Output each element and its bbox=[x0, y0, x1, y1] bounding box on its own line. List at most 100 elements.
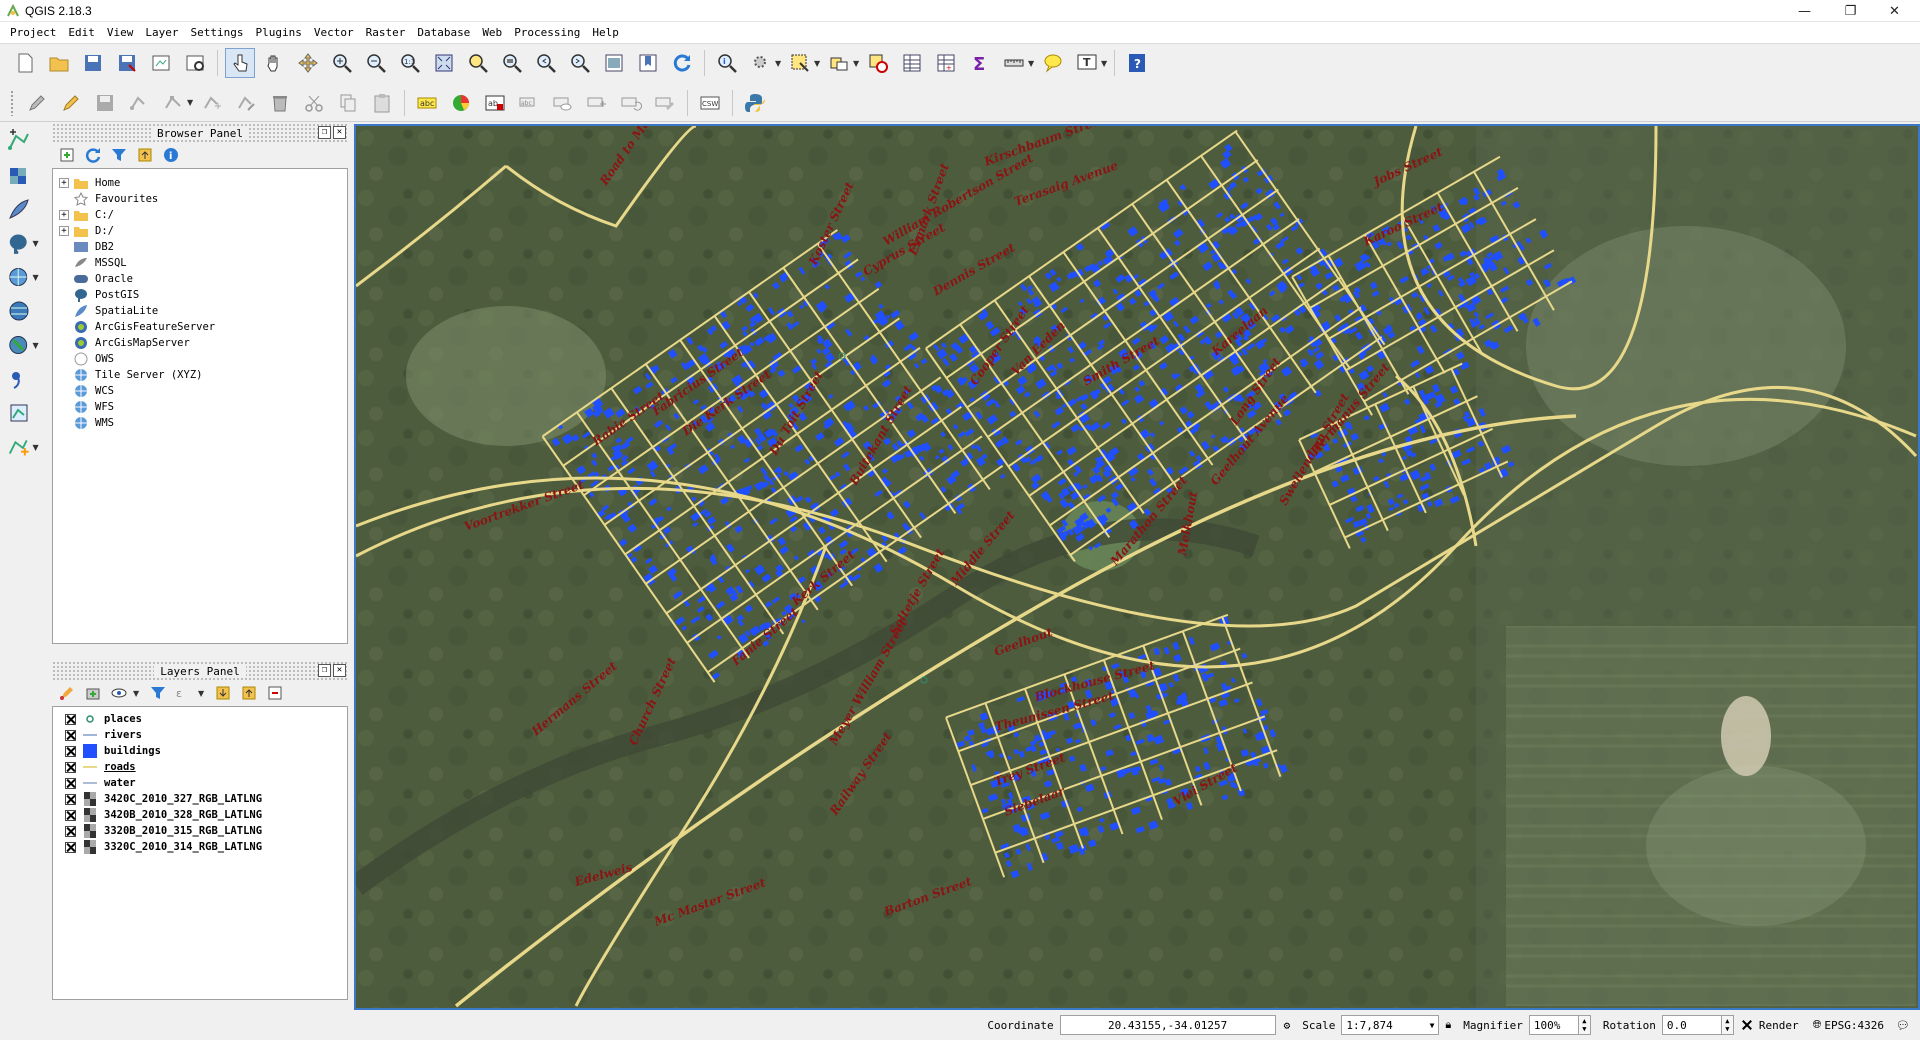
composer-manager-button[interactable] bbox=[180, 48, 210, 78]
minimize-button[interactable]: — bbox=[1782, 0, 1827, 22]
copy-features-button[interactable] bbox=[333, 88, 363, 118]
browser-item-arcgis-map-server[interactable]: ArcGisMapServer bbox=[53, 335, 347, 351]
menu-help[interactable]: Help bbox=[586, 26, 625, 39]
print-composer-button[interactable] bbox=[146, 48, 176, 78]
layer-row-roads[interactable]: roads bbox=[53, 759, 347, 775]
rotation-field[interactable]: 0.0 bbox=[1661, 1015, 1722, 1035]
zoom-next-button[interactable] bbox=[565, 48, 595, 78]
current-edits-button[interactable] bbox=[22, 88, 52, 118]
diagram-button[interactable] bbox=[446, 88, 476, 118]
browser-item-wms[interactable]: WMS bbox=[53, 415, 347, 431]
restore-button[interactable]: ❐ bbox=[1828, 0, 1873, 22]
close-panel-button[interactable]: ✕ bbox=[333, 664, 346, 677]
save-as-button[interactable] bbox=[112, 48, 142, 78]
render-checkbox[interactable] bbox=[1742, 1020, 1753, 1031]
browser-item-postgis[interactable]: PostGIS bbox=[53, 287, 347, 303]
layer-visibility-checkbox[interactable] bbox=[65, 729, 76, 741]
map-render[interactable]: Road to Marloth Nature ReKirschbaum Stre… bbox=[356, 126, 1918, 1008]
menu-view[interactable]: View bbox=[101, 26, 140, 39]
chevron-down-icon[interactable]: ▼ bbox=[775, 59, 783, 68]
new-layer-button[interactable] bbox=[0, 396, 40, 430]
add-spatialite-button[interactable] bbox=[0, 192, 40, 226]
zoom-to-layer-button[interactable] bbox=[497, 48, 527, 78]
browser-item-favourites[interactable]: Favourites bbox=[53, 191, 347, 207]
chevron-down-icon[interactable]: ▼ bbox=[853, 59, 861, 68]
browser-item-arcgis-feature-server[interactable]: ArcGisFeatureServer bbox=[53, 319, 347, 335]
expand-all-icon[interactable] bbox=[214, 684, 232, 702]
select-features-button[interactable] bbox=[785, 48, 815, 78]
info-icon[interactable]: i bbox=[162, 146, 180, 164]
menu-layer[interactable]: Layer bbox=[139, 26, 184, 39]
show-hide-labels-button[interactable] bbox=[548, 88, 578, 118]
collapse-all-icon[interactable] bbox=[136, 146, 154, 164]
labeling-button[interactable]: abc bbox=[412, 88, 442, 118]
menu-web[interactable]: Web bbox=[476, 26, 508, 39]
refresh-icon[interactable] bbox=[84, 146, 102, 164]
layer-visibility-checkbox[interactable] bbox=[65, 793, 76, 805]
node-tool-button[interactable] bbox=[158, 88, 188, 118]
text-annotation-button[interactable]: T bbox=[1072, 48, 1102, 78]
field-calculator-button[interactable]: + bbox=[931, 48, 961, 78]
scale-combobox[interactable]: 1:7,874 ▼ bbox=[1341, 1015, 1440, 1035]
add-raster-layer-button[interactable] bbox=[0, 158, 40, 192]
filter-legend-icon[interactable] bbox=[149, 684, 167, 702]
chevron-down-icon[interactable]: ▼ bbox=[32, 273, 40, 282]
chevron-down-icon[interactable]: ▼ bbox=[187, 98, 195, 107]
zoom-native-button[interactable]: 1:1 bbox=[395, 48, 425, 78]
new-bookmark-button[interactable] bbox=[633, 48, 663, 78]
chevron-down-icon[interactable]: ▼ bbox=[32, 341, 40, 350]
deselect-all-button[interactable] bbox=[863, 48, 893, 78]
refresh-button[interactable] bbox=[667, 48, 697, 78]
manage-themes-icon[interactable] bbox=[110, 684, 128, 702]
expand-icon[interactable]: + bbox=[59, 226, 69, 236]
map-tips-button[interactable] bbox=[1038, 48, 1068, 78]
expand-icon[interactable]: + bbox=[59, 210, 69, 220]
layer-row-raster-3320b[interactable]: 3320B_2010_315_RGB_LATLNG bbox=[53, 823, 347, 839]
zoom-in-button[interactable] bbox=[327, 48, 357, 78]
statistical-summary-button[interactable]: Σ bbox=[965, 48, 995, 78]
browser-item-d-drive[interactable]: + D:/ bbox=[53, 223, 347, 239]
rotation-spinner[interactable]: ▲ ▼ bbox=[1721, 1015, 1734, 1035]
layer-row-buildings[interactable]: buildings bbox=[53, 743, 347, 759]
menu-raster[interactable]: Raster bbox=[360, 26, 412, 39]
save-project-button[interactable] bbox=[78, 48, 108, 78]
layer-row-water[interactable]: water bbox=[53, 775, 347, 791]
layer-visibility-checkbox[interactable] bbox=[65, 713, 76, 725]
chevron-down-icon[interactable]: ▼ bbox=[814, 59, 822, 68]
chevron-down-icon[interactable]: ▼ bbox=[1101, 59, 1109, 68]
open-project-button[interactable] bbox=[44, 48, 74, 78]
layer-row-raster-3420b[interactable]: 3420B_2010_328_RGB_LATLNG bbox=[53, 807, 347, 823]
toggle-editing-button[interactable] bbox=[56, 88, 86, 118]
menu-database[interactable]: Database bbox=[411, 26, 476, 39]
browser-item-tile-server[interactable]: Tile Server (XYZ) bbox=[53, 367, 347, 383]
expand-icon[interactable]: + bbox=[59, 178, 69, 188]
map-canvas[interactable]: Road to Marloth Nature ReKirschbaum Stre… bbox=[354, 124, 1920, 1010]
browser-item-oracle[interactable]: Oracle bbox=[53, 271, 347, 287]
paste-features-button[interactable] bbox=[367, 88, 397, 118]
run-action-button[interactable] bbox=[746, 48, 776, 78]
add-feature-button[interactable] bbox=[124, 88, 154, 118]
remove-layer-icon[interactable] bbox=[266, 684, 284, 702]
menu-processing[interactable]: Processing bbox=[508, 26, 586, 39]
layer-labeling-button[interactable]: ab bbox=[480, 88, 510, 118]
attribute-table-button[interactable] bbox=[897, 48, 927, 78]
toggle-extents-icon[interactable]: ⚙ bbox=[1284, 1019, 1291, 1032]
node-editor-button[interactable] bbox=[231, 88, 261, 118]
rotate-label-button[interactable] bbox=[616, 88, 646, 118]
float-panel-button[interactable]: ❐ bbox=[318, 664, 331, 677]
move-feature-button[interactable] bbox=[197, 88, 227, 118]
add-wcs-button[interactable]: ▼ bbox=[0, 328, 40, 362]
select-by-value-button[interactable] bbox=[824, 48, 854, 78]
zoom-to-selection-button[interactable] bbox=[463, 48, 493, 78]
browser-item-mssql[interactable]: MSSQL bbox=[53, 255, 347, 271]
menu-settings[interactable]: Settings bbox=[184, 26, 249, 39]
layer-row-raster-3320c[interactable]: 3320C_2010_314_RGB_LATLNG bbox=[53, 839, 347, 855]
layer-visibility-checkbox[interactable] bbox=[65, 761, 76, 773]
layer-visibility-checkbox[interactable] bbox=[65, 745, 76, 757]
menu-project[interactable]: Project bbox=[4, 26, 62, 39]
new-map-view-button[interactable] bbox=[599, 48, 629, 78]
magnifier-spinner[interactable]: ▲ ▼ bbox=[1578, 1015, 1591, 1035]
float-panel-button[interactable]: ❐ bbox=[318, 126, 331, 139]
add-group-icon[interactable] bbox=[84, 684, 102, 702]
crs-label[interactable]: EPSG:4326 bbox=[1824, 1019, 1884, 1032]
